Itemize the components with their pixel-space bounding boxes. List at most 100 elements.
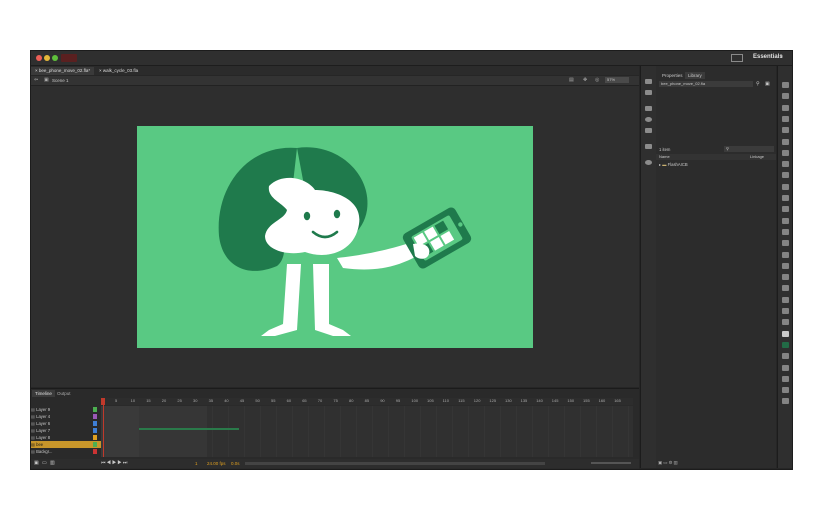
oval-tool-icon[interactable]	[782, 183, 789, 190]
stage-pasteboard	[31, 86, 639, 387]
code-snippets-icon[interactable]	[645, 144, 652, 149]
components-icon[interactable]	[645, 160, 652, 165]
info-icon[interactable]	[645, 117, 652, 122]
lasso-icon[interactable]	[782, 127, 789, 134]
edit-symbol-icon[interactable]: ✥	[583, 77, 587, 83]
frame-tick-label: 25	[177, 398, 182, 403]
frame-tick-label: 15	[146, 398, 151, 403]
trash-icon[interactable]: ▥	[50, 460, 55, 466]
selection-tool-icon[interactable]	[782, 82, 789, 88]
layer-color-swatch[interactable]	[93, 449, 97, 454]
color-icon[interactable]	[645, 79, 652, 84]
panel-dock-icons	[640, 66, 657, 468]
list-item[interactable]: ▸ ▬ FlashAICB	[659, 162, 688, 167]
tab-properties[interactable]: Properties	[659, 72, 686, 79]
new-folder-icon[interactable]: ▭	[42, 460, 47, 466]
layer-color-swatch[interactable]	[93, 442, 97, 447]
minimize-window-button[interactable]	[44, 55, 50, 61]
document-select[interactable]: bee_phone_move_02.fla	[659, 81, 753, 87]
zoom-slider[interactable]	[591, 462, 631, 464]
pin-icon[interactable]: ⚲	[756, 81, 760, 87]
layer-color-swatch[interactable]	[93, 421, 97, 426]
hand-icon[interactable]	[782, 308, 789, 314]
frame-grid[interactable]	[101, 406, 633, 457]
3d-rotation-icon[interactable]	[782, 115, 789, 122]
tab-timeline[interactable]: Timeline	[32, 390, 55, 397]
frame-tick-label: 90	[380, 398, 385, 403]
free-transform-icon[interactable]	[782, 104, 789, 111]
polystar-icon[interactable]	[782, 195, 789, 201]
tab-document-1[interactable]: × bee_phone_move_02.fla*	[31, 67, 95, 75]
workspace-switcher[interactable]: Essentials	[753, 54, 783, 60]
app-window: Essentials ▾ × bee_phone_move_02.fla* × …	[30, 50, 793, 470]
eraser-icon[interactable]	[782, 285, 789, 292]
line-tool-icon[interactable]	[782, 161, 789, 168]
layer-row[interactable]: ▤ Layer 6	[31, 420, 101, 427]
paint-brush-icon[interactable]	[782, 228, 789, 235]
swatches-icon[interactable]	[645, 90, 652, 95]
chevron-down-icon[interactable]: ▾	[780, 54, 783, 60]
layer-color-swatch[interactable]	[93, 414, 97, 419]
new-layer-icon[interactable]: ▣	[34, 460, 39, 466]
current-frame[interactable]: 1	[195, 461, 198, 466]
playback-controls[interactable]: ⏮◀▶▶⏭	[101, 460, 128, 466]
stage-canvas[interactable]	[137, 126, 533, 348]
subselection-tool-icon[interactable]	[782, 93, 789, 100]
layer-row[interactable]: ▤ Layer 4	[31, 413, 101, 420]
swap-colors-icon[interactable]	[782, 364, 789, 371]
smooth-icon[interactable]	[782, 387, 789, 394]
horizontal-scrollbar[interactable]	[245, 462, 545, 465]
text-tool-icon[interactable]	[782, 149, 789, 156]
search-input[interactable]: ⚲	[724, 146, 774, 152]
eyedropper-icon[interactable]	[782, 274, 789, 281]
zoom-select[interactable]: 57%	[605, 77, 629, 83]
edit-scene-icon[interactable]: ▤	[569, 77, 574, 83]
name-column-header[interactable]: Name	[659, 154, 670, 160]
layer-name: Layer 8	[36, 435, 51, 440]
layer-row[interactable]: ▤ Layer 7	[31, 427, 101, 434]
fill-color-icon[interactable]	[782, 341, 789, 348]
pen-icon[interactable]	[782, 138, 789, 145]
layer-row[interactable]: ▤ Layer 8	[31, 434, 101, 441]
ink-bottle-icon[interactable]	[782, 262, 789, 269]
align-icon[interactable]	[645, 106, 652, 111]
playhead[interactable]	[101, 398, 105, 457]
new-library-icon[interactable]: ▣	[765, 81, 770, 87]
right-leg	[313, 264, 351, 336]
brush-icon[interactable]	[782, 217, 789, 224]
fps-readout[interactable]: 24.00 fps	[207, 461, 226, 466]
paint-bucket-icon[interactable]	[782, 251, 789, 258]
frame-tick-label: 145	[551, 398, 559, 403]
transform-icon[interactable]	[645, 128, 652, 133]
back-arrow-icon[interactable]: ⇦	[34, 77, 38, 83]
layer-color-swatch[interactable]	[93, 428, 97, 433]
center-stage-icon[interactable]: ◎	[595, 77, 599, 83]
frame-tick-label: 75	[333, 398, 338, 403]
stroke-color-icon[interactable]	[782, 330, 789, 337]
frame-tick-label: 5	[115, 398, 118, 403]
frame-tick-label: 140	[536, 398, 543, 403]
rectangle-tool-icon[interactable]	[782, 172, 789, 179]
close-window-button[interactable]	[36, 55, 42, 61]
tab-output[interactable]: Output	[54, 390, 74, 397]
frame-ruler[interactable]: 1510152025303540455055606570758085909510…	[101, 398, 633, 405]
layer-row[interactable]: ▤ Backgr...	[31, 448, 101, 455]
workspace-layout-icon[interactable]	[731, 54, 743, 62]
snap-icon[interactable]	[782, 375, 789, 382]
layer-row[interactable]: ▤ Layer 9	[31, 406, 101, 413]
straighten-icon[interactable]	[782, 398, 789, 405]
bone-tool-icon[interactable]	[782, 240, 789, 247]
zoom-window-button[interactable]	[52, 55, 58, 61]
zoom-icon[interactable]	[782, 319, 789, 326]
black-white-icon[interactable]	[782, 353, 789, 360]
linkage-column-header[interactable]: Linkage	[750, 154, 764, 160]
layer-row-selected[interactable]: ▤ bee	[31, 441, 101, 448]
tab-library[interactable]: Library	[685, 72, 705, 79]
width-tool-icon[interactable]	[782, 296, 789, 303]
title-bar: Essentials ▾	[31, 51, 792, 66]
pencil-icon[interactable]	[782, 206, 789, 213]
layer-color-swatch[interactable]	[93, 407, 97, 412]
library-footer-icons[interactable]: ▣▭⚙▥	[658, 460, 679, 466]
tab-document-2[interactable]: × walk_cycle_03.fla	[95, 67, 142, 75]
layer-color-swatch[interactable]	[93, 435, 97, 440]
